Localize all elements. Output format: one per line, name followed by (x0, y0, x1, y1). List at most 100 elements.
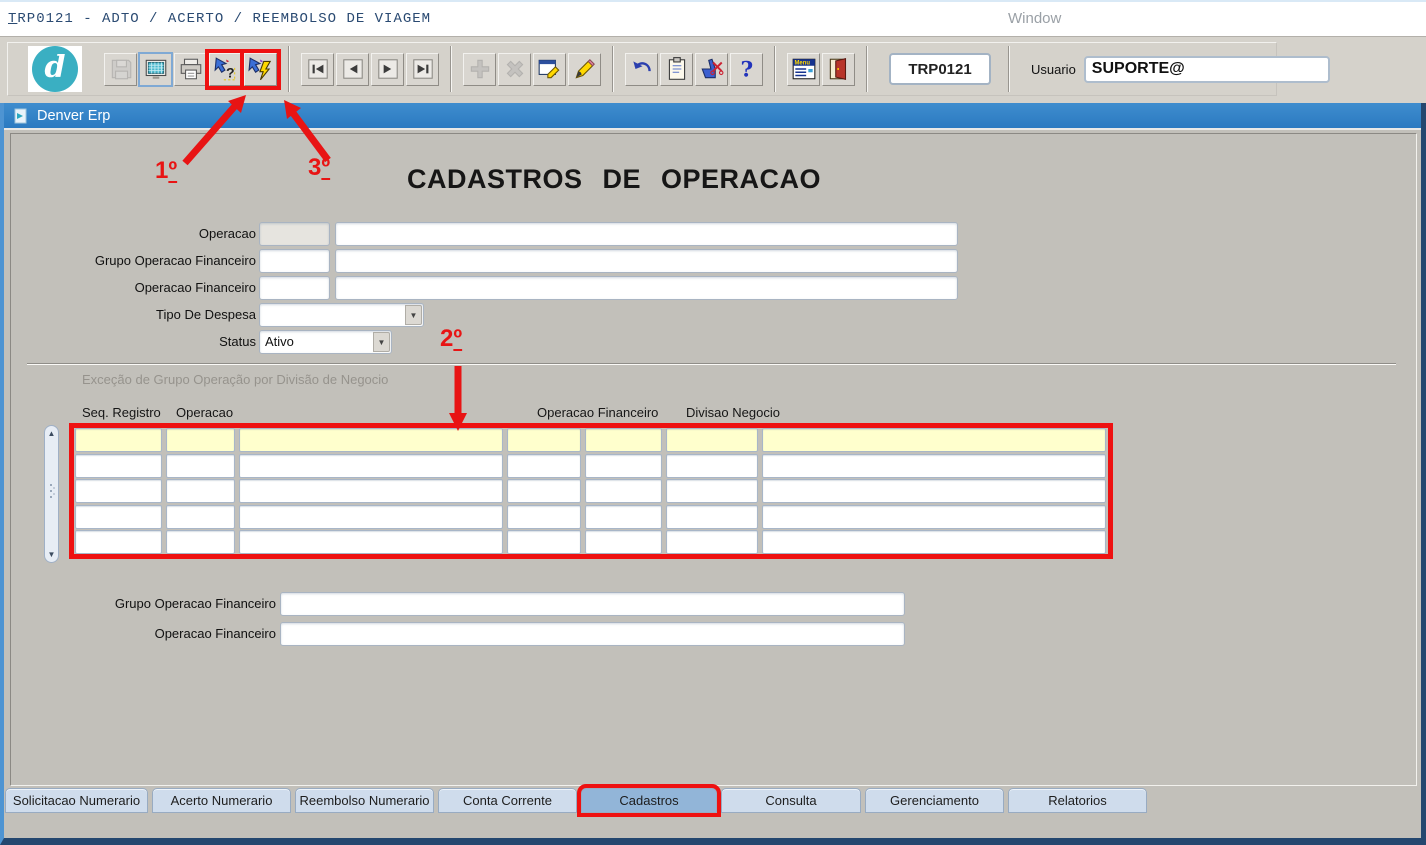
scroll-up-icon[interactable]: ▲ (45, 429, 58, 438)
chevron-down-icon[interactable]: ▼ (373, 332, 390, 352)
next-record-button[interactable] (371, 52, 404, 86)
toolbar-group (301, 52, 439, 86)
grid-cell[interactable] (762, 428, 1106, 452)
grid-cell[interactable] (239, 530, 503, 554)
menu-button[interactable]: Menu (787, 52, 820, 86)
grid-cell[interactable] (762, 454, 1106, 478)
grid-cell[interactable] (762, 505, 1106, 529)
grupo-operacao-financeiro-label: Grupo Operacao Financeiro (94, 253, 256, 268)
grid-cell[interactable] (762, 530, 1106, 554)
monitor-icon (143, 56, 169, 82)
operacao-label: Operacao (198, 226, 256, 241)
tab-consulta[interactable]: Consulta (721, 788, 861, 813)
scrollbar-thumb[interactable] (50, 484, 52, 486)
tab-solicitacao-numerario[interactable]: Solicitacao Numerario (5, 788, 148, 813)
delete-record-button[interactable] (498, 52, 531, 86)
grid-cell[interactable] (666, 530, 758, 554)
grid-cell[interactable] (75, 505, 162, 529)
grid-scrollbar[interactable]: ▲ ▼ (44, 425, 59, 563)
application-window: TRP0121 - ADTO / ACERTO / REEMBOLSO DE V… (0, 0, 1426, 845)
first-record-button[interactable] (301, 52, 334, 86)
toolbar-group: ? (104, 51, 277, 87)
grid-cell[interactable] (585, 479, 662, 503)
grid-cell[interactable] (585, 454, 662, 478)
toolbar-group: ? (625, 52, 763, 86)
lower-grupo-operacao-financeiro-label: Grupo Operacao Financeiro (114, 596, 276, 611)
grid-cell[interactable] (666, 505, 758, 529)
grid-cell[interactable] (507, 454, 581, 478)
tipo-de-despesa-label: Tipo De Despesa (156, 307, 256, 322)
grid-cell[interactable] (239, 428, 503, 452)
grid-cell[interactable] (666, 454, 758, 478)
grid-cell[interactable] (239, 505, 503, 529)
operacao-code-field[interactable] (259, 222, 330, 246)
grid-cell[interactable] (585, 428, 662, 452)
toolbar: d ?? Menu TRP0121 Usuario SUPORTE@ (0, 36, 1426, 103)
tipo-de-despesa-combo[interactable]: ▼ (259, 303, 424, 327)
grid-cell[interactable] (666, 428, 758, 452)
save-button[interactable] (104, 52, 137, 86)
tab-cadastros[interactable]: Cadastros (581, 788, 717, 813)
grid-cell[interactable] (585, 505, 662, 529)
help-button[interactable]: ? (730, 52, 763, 86)
grid-cell[interactable] (75, 479, 162, 503)
execute-query-button[interactable] (244, 52, 277, 86)
grid-cell[interactable] (507, 428, 581, 452)
grid-cell[interactable] (507, 505, 581, 529)
status-combo[interactable]: Ativo ▼ (259, 330, 392, 354)
question-mark-icon: ? (734, 56, 760, 82)
grid-cell[interactable] (507, 479, 581, 503)
grid-cell[interactable] (166, 505, 235, 529)
clipboard-icon (664, 56, 690, 82)
tab-reembolso-numerario[interactable]: Reembolso Numerario (295, 788, 434, 813)
undo-arrow-icon (629, 56, 655, 82)
grid-cell[interactable] (239, 479, 503, 503)
grid-cell[interactable] (666, 479, 758, 503)
first-record-icon (305, 56, 331, 82)
clipboard-button[interactable] (660, 52, 693, 86)
previous-record-button[interactable] (336, 52, 369, 86)
toolbar-separator (450, 46, 452, 92)
tab-relatorios[interactable]: Relatorios (1008, 788, 1147, 813)
grid-cell[interactable] (166, 479, 235, 503)
grid-cell[interactable] (166, 428, 235, 452)
last-record-button[interactable] (406, 52, 439, 86)
window-menu[interactable]: Window (1008, 10, 1061, 27)
toolbar-separator (288, 46, 290, 92)
grid-cell[interactable] (75, 454, 162, 478)
undo-button[interactable] (625, 52, 658, 86)
pencil-icon (572, 56, 598, 82)
grid-cell[interactable] (166, 530, 235, 554)
display-button[interactable] (138, 51, 173, 87)
exit-button[interactable] (822, 52, 855, 86)
chevron-down-icon[interactable]: ▼ (405, 305, 422, 325)
operacao-financeiro-desc-field[interactable] (335, 276, 958, 300)
operacao-desc-field[interactable] (335, 222, 958, 246)
grid-cell[interactable] (585, 530, 662, 554)
operacao-financeiro-code-field[interactable] (259, 276, 330, 300)
tab-gerenciamento[interactable]: Gerenciamento (865, 788, 1004, 813)
tab-conta-corrente[interactable]: Conta Corrente (438, 788, 577, 813)
edit-field-button[interactable] (568, 52, 601, 86)
grupo-operacao-financeiro-desc-field[interactable] (335, 249, 958, 273)
lock-record-button[interactable] (533, 52, 566, 86)
tab-acerto-numerario[interactable]: Acerto Numerario (152, 788, 291, 813)
module-code-field[interactable]: TRP0121 (889, 53, 991, 85)
grid-cell[interactable] (507, 530, 581, 554)
grid-cell[interactable] (75, 530, 162, 554)
grid-cell[interactable] (239, 454, 503, 478)
print-button[interactable] (174, 52, 207, 86)
grid-cell[interactable] (166, 454, 235, 478)
scroll-down-icon[interactable]: ▼ (45, 550, 58, 559)
lower-grupo-operacao-financeiro-field[interactable] (280, 592, 905, 616)
grid-cell[interactable] (762, 479, 1106, 503)
usuario-field[interactable]: SUPORTE@ (1083, 55, 1330, 83)
insert-record-button[interactable] (463, 52, 496, 86)
grid-cell[interactable] (75, 428, 162, 452)
enter-query-button[interactable]: ? (209, 52, 242, 86)
lower-operacao-financeiro-field[interactable] (280, 622, 905, 646)
plus-icon (467, 56, 493, 82)
page-title: CADASTROS DE OPERACAO (406, 164, 822, 194)
grupo-operacao-financeiro-code-field[interactable] (259, 249, 330, 273)
cut-button[interactable] (695, 52, 728, 86)
